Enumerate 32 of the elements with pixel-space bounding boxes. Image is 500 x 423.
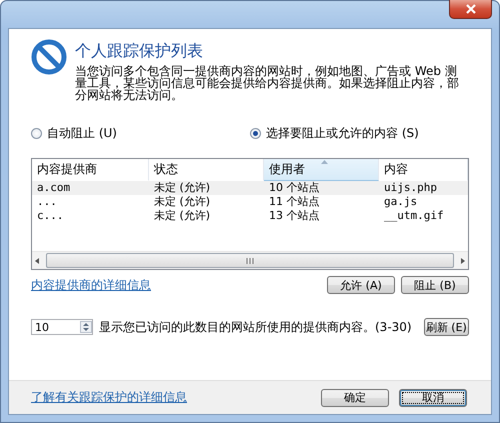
refresh-button[interactable]: 刷新 (E): [424, 318, 469, 336]
table-cell-text: c...: [36, 209, 64, 223]
description: 当您访问多个包含同一提供商内容的网站时，例如地图、广告或 Web 测量工具，某些访问信息可能会提供给内容提供商。如果选择阻止内容，部分网站将无法访问。: [75, 65, 460, 101]
table-cell-text: __utm.gif: [383, 209, 445, 223]
table-cell-text: 未定 (允许): [153, 181, 212, 195]
dialog-button[interactable]: 确定: [321, 388, 389, 406]
block-icon: [31, 39, 67, 75]
table-cell-text: 未定 (允许): [153, 195, 212, 209]
table-cell-text: 未定 (允许): [153, 209, 212, 223]
table-cell-text: 10 个站点: [268, 181, 320, 195]
radio-option[interactable]: 选择要阻止或允许的内容 (S): [250, 125, 469, 142]
threshold-text: 显示您已访问的此数目的网站所使用的提供商内容。(3-30): [99, 318, 412, 336]
table-cell-text: 13 个站点: [268, 209, 320, 223]
table-cell-text: uijs.php: [383, 181, 438, 195]
table-cell-text: 11 个站点: [268, 195, 320, 209]
provider-details-link[interactable]: 内容提供商的详细信息: [31, 276, 151, 294]
action-button[interactable]: 允许 (A): [327, 276, 395, 294]
tracking-help-link[interactable]: 了解有关跟踪保护的详细信息: [31, 389, 187, 406]
close-button[interactable]: [449, 0, 492, 19]
dialog-button[interactable]: 取消: [399, 388, 467, 406]
action-button[interactable]: 阻止 (B): [401, 276, 469, 294]
radio-option[interactable]: 自动阻止 (U): [31, 125, 250, 142]
horizontal-scrollbar[interactable]: [32, 251, 468, 269]
table-cell-text: ...: [36, 195, 58, 209]
table-row[interactable]: a.com 未定 (允许) 10 个站点 uijs.php: [32, 181, 468, 195]
grip-icon: [246, 258, 254, 264]
dialog-title: 个人跟踪保护列表: [75, 41, 204, 62]
table-cell-text: a.com: [36, 181, 72, 195]
sort-arrow-icon: [321, 160, 328, 164]
close-icon: [464, 4, 476, 14]
table-cell-text: ga.js: [383, 195, 418, 209]
column-header[interactable]: 使用者: [264, 159, 379, 181]
